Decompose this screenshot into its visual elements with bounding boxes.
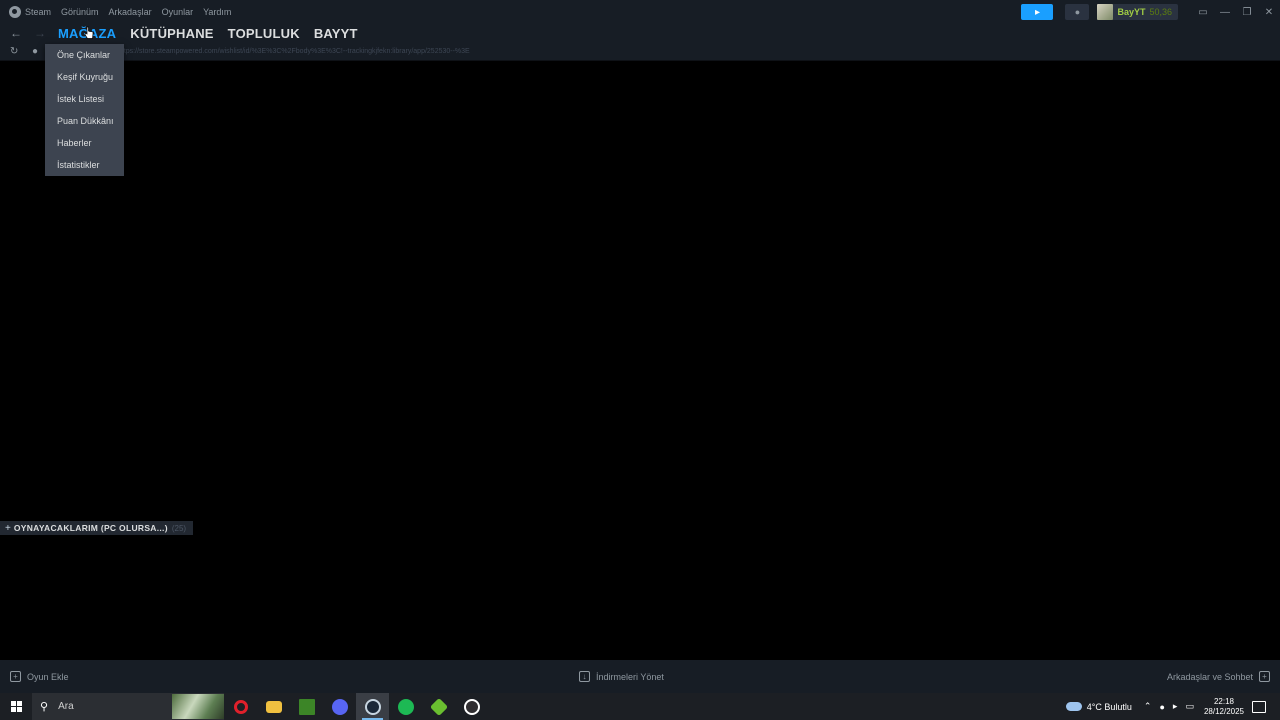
clock[interactable]: 22:18 28/12/2025 <box>1204 697 1244 717</box>
dropdown-item-news[interactable]: Haberler <box>45 132 124 154</box>
minimize-icon[interactable]: — <box>1214 7 1236 18</box>
dropdown-item-discovery-queue[interactable]: Keşif Kuyruğu <box>45 66 124 88</box>
chat-icon: + <box>1259 671 1270 682</box>
speaker-icon[interactable]: ▸ <box>1173 701 1178 712</box>
tab-community[interactable]: TOPLULUK <box>228 26 300 41</box>
close-icon[interactable]: ✕ <box>1258 7 1280 18</box>
add-game-button[interactable]: + Oyun Ekle <box>10 671 69 682</box>
big-picture-icon[interactable]: ▭ <box>1192 7 1214 18</box>
dropdown-item-wishlist[interactable]: İstek Listesi <box>45 88 124 110</box>
wallet-balance: 50,36 <box>1149 7 1172 17</box>
microphone-icon[interactable]: ● <box>1159 702 1164 712</box>
cloud-icon <box>1065 702 1082 711</box>
taskbar-file-explorer[interactable] <box>257 693 290 720</box>
windows-icon <box>10 701 22 712</box>
download-icon: ↓ <box>579 671 590 682</box>
add-game-label: Oyun Ekle <box>27 671 69 682</box>
search-highlight-image <box>172 694 224 719</box>
back-arrow-icon[interactable]: ← <box>10 26 24 40</box>
plus-icon: + <box>10 671 21 682</box>
manage-downloads-label: İndirmeleri Yönet <box>596 671 664 682</box>
megaphone-icon: ▸ <box>1034 6 1040 18</box>
discord-icon <box>331 698 348 715</box>
game-icon <box>429 697 448 716</box>
menu-games[interactable]: Oyunlar <box>162 7 194 17</box>
file-explorer-icon <box>265 700 282 713</box>
spotify-icon <box>397 698 414 715</box>
hand-cursor-icon <box>84 26 94 39</box>
clock-time: 22:18 <box>1213 696 1234 706</box>
menu-view[interactable]: Görünüm <box>61 7 99 17</box>
collection-header[interactable]: + OYNAYACAKLARIM (PC OLURSA...) (25) <box>0 521 193 535</box>
system-tray: 4°C Bulutlu ⌃ ● ▸ ▭ 22:18 28/12/2025 <box>1065 693 1280 720</box>
collection-name: OYNAYACAKLARIM (PC OLURSA...) <box>13 523 168 533</box>
bell-icon: ● <box>1074 7 1081 17</box>
avatar <box>1097 4 1114 20</box>
steam-logo-icon <box>9 6 21 18</box>
taskbar-spotify[interactable] <box>389 693 422 720</box>
dropdown-item-stats[interactable]: İstatistikler <box>45 154 124 176</box>
search-placeholder: Ara <box>58 701 74 712</box>
start-button[interactable] <box>0 693 32 720</box>
taskbar-steam[interactable] <box>356 693 389 720</box>
friends-chat-button[interactable]: Arkadaşlar ve Sohbet + <box>1167 660 1270 693</box>
minecraft-icon <box>298 698 315 715</box>
menu-help[interactable]: Yardım <box>203 7 231 17</box>
taskbar-game[interactable] <box>422 693 455 720</box>
tab-profile[interactable]: BAYYT <box>314 26 358 41</box>
tab-library[interactable]: KÜTÜPHANE <box>130 26 213 41</box>
network-icon[interactable]: ▭ <box>1185 701 1194 712</box>
account-menu-button[interactable]: BayYT 50,36 <box>1097 4 1178 20</box>
dropdown-item-points-shop[interactable]: Puan Dükkânı <box>45 110 124 132</box>
obs-icon <box>463 698 480 715</box>
taskbar-search[interactable]: ⚲ Ara <box>32 693 224 720</box>
url-text[interactable]: https://store.steampowered.com/wishlist/… <box>118 48 470 55</box>
announcements-button[interactable]: ▸ <box>1021 4 1054 20</box>
steam-icon <box>364 698 381 715</box>
notifications-button[interactable]: ● <box>1065 4 1090 20</box>
main-nav: ← → MAĞAZA KÜTÜPHANE TOPLULUK BAYYT <box>0 24 1280 42</box>
windows-taskbar: ⚲ Ara 4°C Bulutlu ⌃ ● ▸ ▭ 22:18 28/12/20… <box>0 693 1280 720</box>
taskbar-minecraft[interactable] <box>290 693 323 720</box>
taskbar-discord[interactable] <box>323 693 356 720</box>
username: BayYT <box>1117 7 1146 17</box>
expand-icon[interactable]: + <box>5 523 11 534</box>
collection-count: (25) <box>171 523 187 533</box>
manage-downloads-button[interactable]: ↓ İndirmeleri Yönet <box>579 660 664 693</box>
weather-text[interactable]: 4°C Bulutlu <box>1087 702 1132 712</box>
notification-center-icon[interactable] <box>1252 700 1266 713</box>
restore-icon[interactable]: ❐ <box>1236 7 1258 18</box>
url-bar: ↻ ● https://store.steampowered.com/wishl… <box>0 42 1280 61</box>
forward-arrow-icon[interactable]: → <box>34 26 48 40</box>
window-tools: ▸ ● BayYT 50,36 ▭ — ❐ ✕ <box>1021 0 1280 24</box>
store-dropdown-menu: Öne Çıkanlar Keşif Kuyruğu İstek Listesi… <box>45 44 124 176</box>
friends-chat-label: Arkadaşlar ve Sohbet <box>1166 671 1253 682</box>
chevron-up-icon[interactable]: ⌃ <box>1144 701 1152 712</box>
library-statusbar: + Oyun Ekle ↓ İndirmeleri Yönet Arkadaşl… <box>0 660 1280 693</box>
dropdown-item-featured[interactable]: Öne Çıkanlar <box>45 44 124 66</box>
search-icon: ⚲ <box>40 701 49 713</box>
reload-icon[interactable]: ↻ <box>10 46 22 57</box>
menu-steam[interactable]: Steam <box>25 7 51 17</box>
steam-menubar: Steam Görünüm Arkadaşlar Oyunlar Yardım … <box>0 0 1280 24</box>
tray-icons: ⌃ ● ▸ ▭ <box>1144 701 1202 712</box>
taskbar-opera[interactable] <box>224 693 257 720</box>
globe-icon: ● <box>32 45 39 57</box>
taskbar-obs[interactable] <box>455 693 488 720</box>
opera-icon <box>233 699 248 714</box>
menu-friends[interactable]: Arkadaşlar <box>109 7 152 17</box>
clock-date: 28/12/2025 <box>1203 706 1244 716</box>
